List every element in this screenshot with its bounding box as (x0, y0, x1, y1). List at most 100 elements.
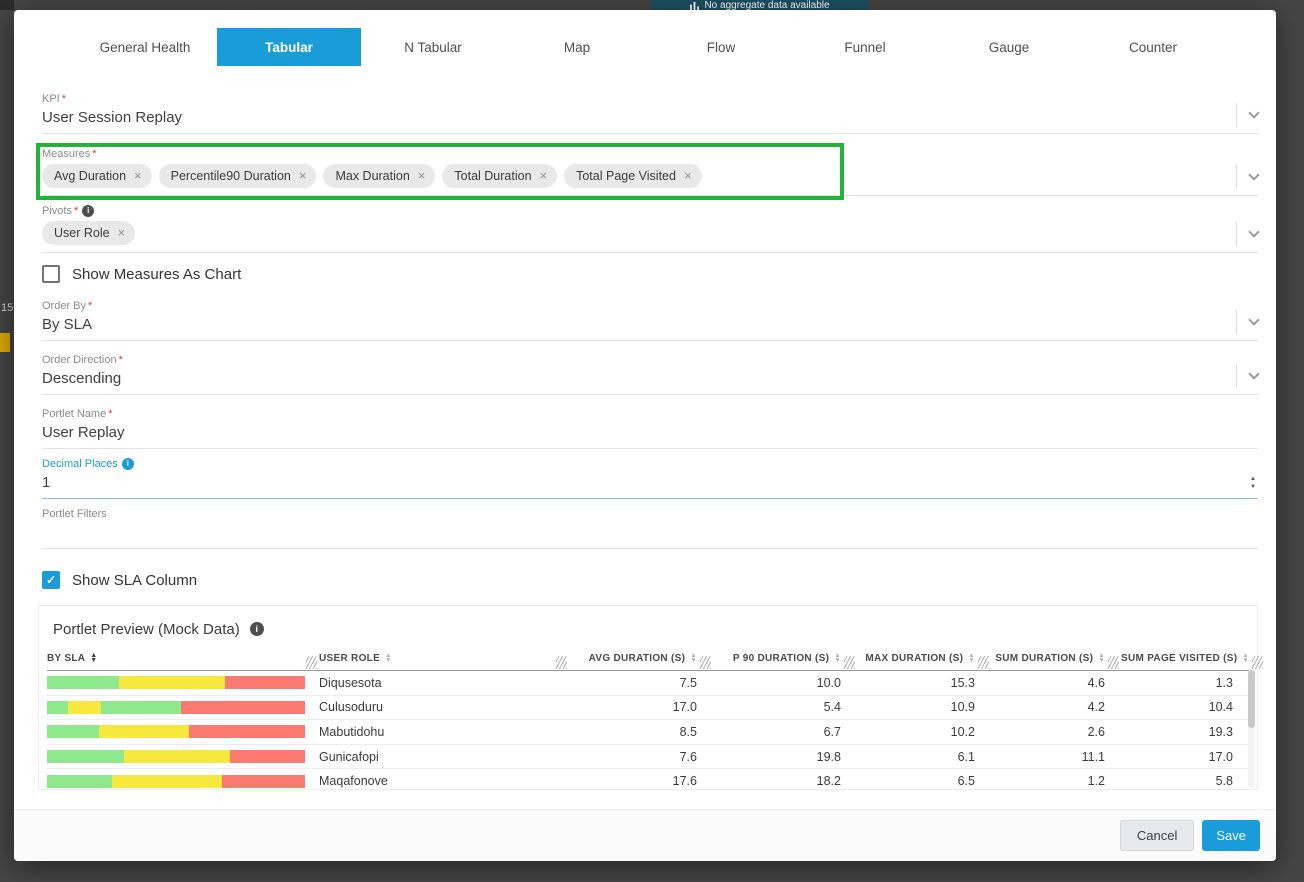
sla-cell (47, 750, 319, 763)
sla-cell (47, 701, 319, 714)
chevron-down-icon[interactable] (1248, 169, 1259, 180)
sla-bar (47, 701, 305, 714)
chip-remove-icon[interactable]: × (134, 171, 142, 181)
save-button[interactable]: Save (1202, 820, 1260, 851)
table-row: Gunicafopi 7.6 19.8 6.1 11.1 17.0 (47, 745, 1249, 770)
show-measures-as-chart-label: Show Measures As Chart (72, 266, 241, 283)
column-resize-handle[interactable] (1108, 656, 1119, 669)
show-sla-column-checkbox[interactable]: ✓ (42, 571, 60, 589)
show-sla-column-label: Show SLA Column (72, 572, 197, 589)
order-by-value: By SLA (42, 316, 92, 333)
info-icon[interactable]: i (122, 458, 134, 470)
divider (1236, 364, 1237, 388)
column-resize-handle[interactable] (978, 656, 989, 669)
avg-duration-cell: 7.5 (569, 676, 713, 690)
kpi-dropdown-control[interactable] (1236, 103, 1258, 127)
info-icon[interactable]: i (250, 622, 264, 636)
chip-remove-icon[interactable]: × (540, 171, 548, 181)
tab-label: N Tabular (404, 40, 462, 55)
required-asterisk: * (62, 92, 66, 106)
avg-duration-cell: 7.6 (569, 750, 713, 764)
chevron-down-icon[interactable] (1248, 368, 1259, 379)
pivots-field: Pivots*i User Role× (14, 204, 1276, 253)
col-header-by-sla[interactable]: BY SLA▲▼ (47, 646, 319, 670)
col-header-avg-duration[interactable]: AVG DURATION (S)▲▼ (569, 646, 713, 670)
measures-dropdown-control[interactable] (1236, 165, 1258, 189)
sum-duration-cell: 11.1 (991, 750, 1121, 764)
column-resize-handle[interactable] (556, 656, 567, 669)
sort-icon: ▲▼ (1242, 653, 1249, 663)
sum-page-visited-cell: 1.3 (1121, 676, 1249, 690)
kpi-select[interactable]: User Session Replay (42, 106, 1258, 134)
tab-counter[interactable]: Counter (1081, 28, 1225, 66)
tab-general-health[interactable]: General Health (73, 28, 217, 66)
spinner-down-icon[interactable]: ▼ (1250, 484, 1256, 490)
table-scrollbar[interactable] (1248, 670, 1255, 788)
cancel-button[interactable]: Cancel (1120, 820, 1194, 851)
chevron-down-icon[interactable] (1248, 314, 1259, 325)
order-by-dropdown-control[interactable] (1236, 310, 1258, 334)
tab-n-tabular[interactable]: N Tabular (361, 28, 505, 66)
sla-bar (47, 775, 305, 788)
chip-total-duration: Total Duration× (442, 164, 557, 188)
order-by-field: Order By* By SLA (14, 299, 1276, 341)
max-duration-cell: 10.9 (857, 700, 991, 714)
order-direction-select[interactable]: Descending (42, 367, 1258, 395)
tab-label: General Health (100, 40, 191, 55)
scrollbar-thumb[interactable] (1248, 670, 1255, 728)
chip-percentile90-duration: Percentile90 Duration× (159, 164, 317, 188)
max-duration-cell: 15.3 (857, 676, 991, 690)
table-row: Diqusesota 7.5 10.0 15.3 4.6 1.3 (47, 671, 1249, 696)
page-edge-yellow-bar (0, 333, 10, 352)
column-resize-handle[interactable] (700, 656, 711, 669)
chevron-down-icon[interactable] (1248, 107, 1259, 118)
tab-funnel[interactable]: Funnel (793, 28, 937, 66)
required-asterisk: * (119, 353, 123, 367)
portlet-name-input[interactable]: User Replay (42, 421, 1258, 449)
divider (1236, 222, 1237, 246)
info-icon[interactable]: i (82, 205, 94, 217)
col-header-user-role[interactable]: USER ROLE▲▼ (319, 646, 569, 670)
col-header-sum-page-visited[interactable]: SUM PAGE VISITED (S)▲▼ (1121, 646, 1265, 670)
tab-flow[interactable]: Flow (649, 28, 793, 66)
col-header-max-duration[interactable]: MAX DURATION (S)▲▼ (857, 646, 991, 670)
table-body: Diqusesota 7.5 10.0 15.3 4.6 1.3 Culusod… (47, 671, 1249, 789)
sla-cell (47, 775, 319, 788)
chip-remove-icon[interactable]: × (299, 171, 307, 181)
user-role-cell: Diqusesota (319, 676, 569, 690)
tab-map[interactable]: Map (505, 28, 649, 66)
user-role-cell: Culusoduru (319, 700, 569, 714)
chip-remove-icon[interactable]: × (418, 171, 426, 181)
tab-label: Gauge (989, 40, 1030, 55)
portlet-filters-input[interactable] (42, 521, 1258, 549)
tab-gauge[interactable]: Gauge (937, 28, 1081, 66)
column-resize-handle[interactable] (306, 656, 317, 669)
column-resize-handle[interactable] (1252, 656, 1263, 669)
kpi-label: KPI* (42, 92, 1258, 106)
chip-remove-icon[interactable]: × (118, 228, 126, 238)
portlet-filters-field: Portlet Filters (14, 507, 1276, 549)
decimal-places-field: Decimal Placesi 1 ▲ ▼ (14, 457, 1276, 499)
spinner-up-icon[interactable]: ▲ (1250, 476, 1256, 482)
order-direction-dropdown-control[interactable] (1236, 364, 1258, 388)
p90-duration-cell: 19.8 (713, 750, 857, 764)
pivots-dropdown-control[interactable] (1236, 222, 1258, 246)
table-header-row: BY SLA▲▼ USER ROLE▲▼ AVG DURATION (S)▲▼ … (47, 646, 1249, 671)
measures-chips: Avg Duration× Percentile90 Duration× Max… (42, 164, 1206, 188)
tab-tabular[interactable]: Tabular (217, 28, 361, 66)
required-asterisk: * (92, 147, 96, 161)
column-resize-handle[interactable] (844, 656, 855, 669)
measures-multiselect[interactable]: Avg Duration× Percentile90 Duration× Max… (42, 161, 1258, 196)
check-icon: ✓ (46, 574, 56, 586)
pivots-multiselect[interactable]: User Role× (42, 218, 1258, 253)
col-header-p90-duration[interactable]: P 90 DURATION (S)▲▼ (713, 646, 857, 670)
decimal-places-input[interactable]: 1 ▲ ▼ (42, 471, 1258, 499)
show-measures-as-chart-checkbox[interactable]: ✓ (42, 265, 60, 283)
col-header-sum-duration[interactable]: SUM DURATION (S)▲▼ (991, 646, 1121, 670)
order-by-select[interactable]: By SLA (42, 313, 1258, 341)
chip-max-duration: Max Duration× (323, 164, 435, 188)
chevron-down-icon[interactable] (1248, 226, 1259, 237)
chip-remove-icon[interactable]: × (684, 171, 692, 181)
sum-duration-cell: 1.2 (991, 774, 1121, 788)
chip-user-role: User Role× (42, 221, 135, 245)
